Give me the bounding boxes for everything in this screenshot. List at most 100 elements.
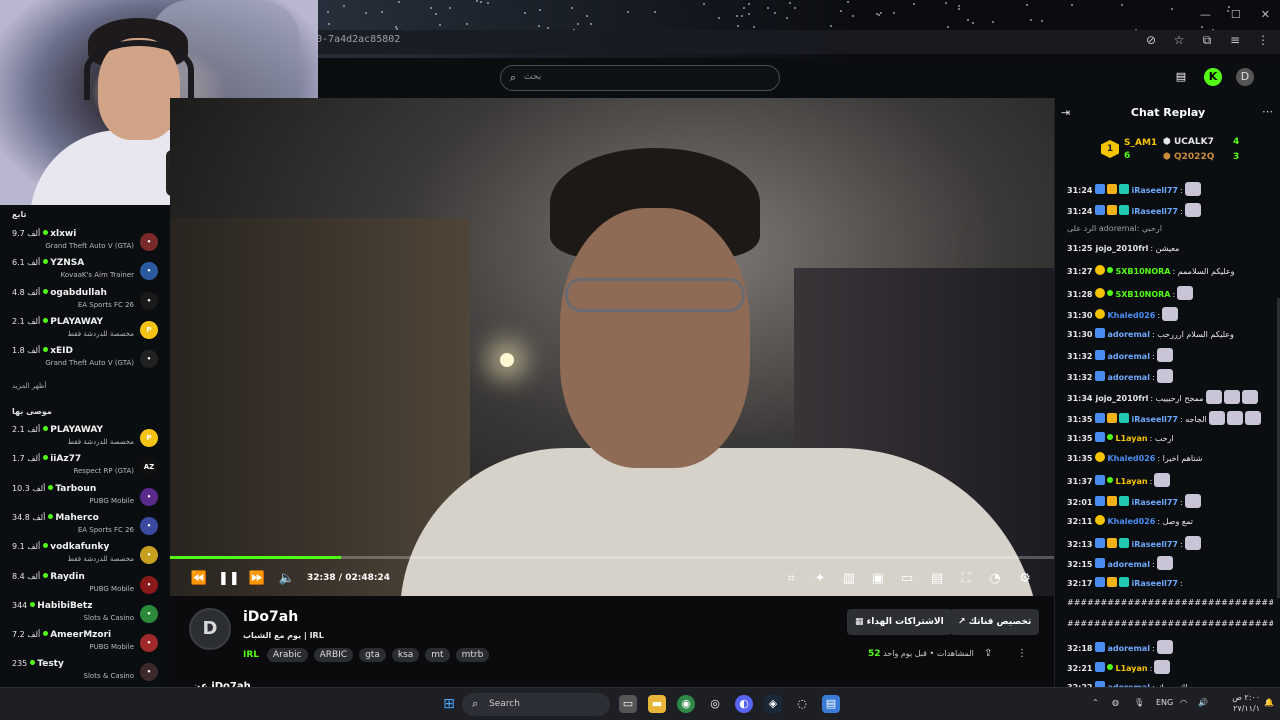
windows-start-icon[interactable]: ⊞ <box>440 695 458 713</box>
tag-pill[interactable]: ARBIC <box>313 648 354 662</box>
message-username[interactable]: adoremal <box>1107 352 1149 361</box>
message-username[interactable]: adoremal <box>1107 644 1149 653</box>
fullscreen-icon[interactable]: ⛶ <box>957 571 975 587</box>
share-icon[interactable]: ⇪ <box>984 648 992 659</box>
app-icon[interactable]: ◌ <box>793 695 811 713</box>
eye-off-icon[interactable]: ⊘ <box>1144 33 1158 47</box>
message-username[interactable]: L1ayan <box>1115 477 1147 486</box>
customize-channel-button[interactable]: ↗ تخصيص قناتك <box>950 609 1040 635</box>
message-username[interactable]: iRaseell77 <box>1131 498 1178 507</box>
store-icon[interactable]: ▤ <box>1172 68 1190 86</box>
message-username[interactable]: adoremal <box>1107 373 1149 382</box>
message-username[interactable]: jojo_2010frl <box>1095 244 1148 253</box>
settings-icon[interactable]: ⚙ <box>1016 571 1034 587</box>
theater-icon[interactable]: ▭ <box>898 571 916 587</box>
wifi-icon[interactable]: ◠ <box>1180 698 1187 707</box>
media-icon[interactable]: ≡ <box>1228 33 1242 47</box>
chrome-icon[interactable]: ◉ <box>677 695 695 713</box>
sidebar-channel-item[interactable]: 2.1 ألف PLAYAWAY مخصصة للدردشة فقط P <box>0 317 170 346</box>
gifter-third-name[interactable]: Q2022Q <box>1174 152 1214 162</box>
channel-avatar[interactable]: D <box>189 608 231 650</box>
notification-icon[interactable]: 🔔 <box>1264 698 1274 707</box>
message-username[interactable]: iRaseell77 <box>1131 415 1178 424</box>
kick-logo-icon[interactable]: K <box>1204 68 1222 86</box>
clip-icon[interactable]: ▤ <box>928 571 946 587</box>
pip-icon[interactable]: ▣ <box>869 571 887 587</box>
sidebar-channel-item[interactable]: 9.1 ألف vodkafunky مخصصة للدردشة فقط • <box>0 542 170 571</box>
tag-pill[interactable]: gta <box>359 648 386 662</box>
more-options-icon[interactable]: ⋮ <box>1017 648 1027 659</box>
discord-icon[interactable]: ◐ <box>735 695 753 713</box>
obs-icon[interactable]: ◎ <box>706 695 724 713</box>
sidebar-channel-item[interactable]: 4.8 ألف ogabdullah EA Sports FC 26 • <box>0 288 170 317</box>
url-text[interactable]: 0-7a4d2ac85802 <box>316 34 400 45</box>
sidebar-channel-item[interactable]: 1.7 ألف iiAz77 Respect RP (GTA) AZ <box>0 454 170 483</box>
sidebar-channel-item[interactable]: 10.3 ألف Tarboun PUBG Mobile • <box>0 484 170 513</box>
stats-icon[interactable]: ▥ <box>840 571 858 587</box>
message-username[interactable]: iRaseell77 <box>1131 207 1178 216</box>
sidebar-channel-item[interactable]: 235 Testy Slots & Casino • <box>0 659 170 688</box>
tag-pill[interactable]: Arabic <box>267 648 308 662</box>
tag-pill[interactable]: ksa <box>391 648 420 662</box>
sidebar-channel-item[interactable]: 6.1 ألف YZNSA KovaaK's Aim Trainer • <box>0 258 170 287</box>
volume-icon[interactable]: 🔊 <box>1198 698 1208 707</box>
message-username[interactable]: Khaled026 <box>1107 454 1155 463</box>
clock[interactable]: ٢:٠٠ ص ٢٧/١١/١ <box>1222 692 1260 714</box>
search-input[interactable]: ⌕ بحث <box>500 65 780 91</box>
microphone-icon[interactable]: 🎙 <box>1134 698 1144 707</box>
tag-pill[interactable]: mt <box>425 648 450 662</box>
sidebar-channel-item[interactable]: 7.2 ألف AmeerMzori PUBG Mobile • <box>0 630 170 659</box>
maximize-icon[interactable]: ☐ <box>1231 8 1241 21</box>
video-player[interactable] <box>170 98 1054 596</box>
sparkle-icon[interactable]: ✦ <box>811 571 829 587</box>
volume-icon[interactable]: 🔈 <box>278 571 296 587</box>
fast-forward-icon[interactable]: ⏩ <box>248 571 266 587</box>
sidebar-channel-item[interactable]: 9.7 ألف xlxwi Grand Theft Auto V (GTA) • <box>0 229 170 258</box>
channel-name[interactable]: iDo7ah <box>243 609 298 625</box>
tag-pill[interactable]: mtrb <box>455 648 490 662</box>
chevron-up-icon[interactable]: ⌃ <box>1092 698 1099 707</box>
message-username[interactable]: jojo_2010frl <box>1095 394 1148 403</box>
steam-icon[interactable]: ◈ <box>764 695 782 713</box>
show-more-link[interactable]: أظهر المزيد <box>12 382 46 390</box>
message-username[interactable]: iRaseell77 <box>1131 540 1178 549</box>
minimize-icon[interactable]: — <box>1200 8 1211 21</box>
sidebar-channel-item[interactable]: 2.1 ألف PLAYAWAY مخصصة للدردشة فقط P <box>0 425 170 454</box>
gifter-second-name[interactable]: UCALK7 <box>1174 137 1214 147</box>
message-username[interactable]: SXB10NORA <box>1115 267 1170 276</box>
address-bar[interactable] <box>300 30 1280 54</box>
task-view-icon[interactable]: ▭ <box>619 695 637 713</box>
gift-subs-button[interactable]: ▦ الاشتراكات الهداء <box>847 609 952 635</box>
message-username[interactable]: iRaseell77 <box>1131 579 1178 588</box>
chat-more-icon[interactable]: ⋯ <box>1262 105 1273 118</box>
message-username[interactable]: Khaled026 <box>1107 311 1155 320</box>
message-username[interactable]: adoremal <box>1107 330 1149 339</box>
file-explorer-icon[interactable]: ▬ <box>648 695 666 713</box>
message-username[interactable]: adoremal <box>1107 560 1149 569</box>
sidebar-channel-item[interactable]: 1.8 ألف xEID Grand Theft Auto V (GTA) • <box>0 346 170 375</box>
extensions-icon[interactable]: ⧉ <box>1200 33 1214 47</box>
sidebar-channel-item[interactable]: 8.4 ألف Raydin PUBG Mobile • <box>0 572 170 601</box>
language-indicator[interactable]: ENG <box>1156 698 1173 707</box>
speed-icon[interactable]: ◔ <box>986 571 1004 587</box>
message-username[interactable]: L1ayan <box>1115 664 1147 673</box>
gifter-first-name[interactable]: S_AM1 <box>1124 138 1157 148</box>
store-app-icon[interactable]: ▤ <box>822 695 840 713</box>
category-link[interactable]: IRL <box>243 650 259 660</box>
rewind-icon[interactable]: ⏪ <box>190 571 208 587</box>
pause-icon[interactable]: ❚❚ <box>218 571 240 587</box>
close-icon[interactable]: ✕ <box>1261 8 1270 21</box>
profile-avatar[interactable]: D <box>1236 68 1254 86</box>
message-username[interactable]: iRaseell77 <box>1131 186 1178 195</box>
sidebar-channel-item[interactable]: 344 HabibiBetz Slots & Casino • <box>0 601 170 630</box>
crop-icon[interactable]: ⌗ <box>782 571 800 587</box>
progress-bar[interactable] <box>170 556 1054 559</box>
more-icon[interactable]: ⋮ <box>1256 33 1270 47</box>
network-icon[interactable]: ◍ <box>1112 698 1119 707</box>
message-username[interactable]: L1ayan <box>1115 434 1147 443</box>
sidebar-channel-item[interactable]: 34.8 ألف Maherco EA Sports FC 26 • <box>0 513 170 542</box>
message-username[interactable]: Khaled026 <box>1107 517 1155 526</box>
star-icon[interactable]: ☆ <box>1172 33 1186 47</box>
taskbar-search[interactable]: ⌕ Search <box>462 693 610 716</box>
message-username[interactable]: SXB10NORA <box>1115 290 1170 299</box>
